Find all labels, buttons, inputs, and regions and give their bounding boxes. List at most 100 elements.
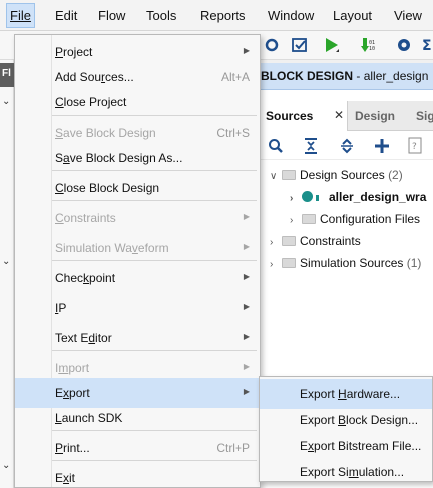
expand-arrow-icon[interactable]: › xyxy=(270,259,282,270)
label-part: ave Block Design xyxy=(63,126,156,140)
chevron-down-icon[interactable]: ⌄ xyxy=(2,96,10,107)
label-part: S xyxy=(55,151,64,165)
check-icon[interactable] xyxy=(291,36,309,54)
menu-window[interactable]: Window xyxy=(268,8,314,23)
tab-sources[interactable]: Sources ✕ xyxy=(258,101,348,131)
tree-wrapper-file[interactable]: › aller_design_wra xyxy=(290,190,426,210)
menu-item-launch-sdk[interactable]: Launch SDK xyxy=(15,403,260,433)
gear-icon[interactable] xyxy=(395,36,413,54)
label-part: a xyxy=(63,151,70,165)
label-part: C xyxy=(55,95,64,109)
menu-view[interactable]: View xyxy=(394,8,422,23)
menu-flow[interactable]: Flow xyxy=(98,8,125,23)
tree-label: Simulation Sources xyxy=(300,256,404,270)
close-icon[interactable]: ✕ xyxy=(334,108,344,122)
block-design-sep: - xyxy=(353,69,364,83)
menu-item-close-block-design[interactable]: Close Block Design xyxy=(15,173,260,203)
menu-reports[interactable]: Reports xyxy=(200,8,246,23)
menu-item-exit[interactable]: Exit xyxy=(15,463,260,488)
program-device-icon[interactable]: 0110 xyxy=(360,36,378,54)
submenu-arrow-icon: ▶ xyxy=(243,46,250,55)
label-part: Export xyxy=(300,413,339,427)
svg-text:?: ? xyxy=(412,142,417,152)
menu-item-label: Simulation Waveform xyxy=(55,241,169,255)
menu-item-simulation-waveform[interactable]: Simulation Waveform ▶ xyxy=(15,233,260,263)
menu-item-checkpoint[interactable]: Checkpoint ▶ xyxy=(15,263,260,293)
menu-item-export-simulation[interactable]: Export Simulation... xyxy=(260,457,432,487)
menu-item-label: Close Block Design xyxy=(55,181,159,195)
menu-edit[interactable]: Edit xyxy=(55,8,77,23)
submenu-arrow-icon: ▶ xyxy=(243,387,250,396)
menu-layout[interactable]: Layout xyxy=(333,8,372,23)
label-part: it xyxy=(69,471,76,485)
label-part: port Bitstream File... xyxy=(314,439,422,453)
block-design-header: BLOCK DESIGN - aller_design xyxy=(258,63,433,90)
add-icon[interactable] xyxy=(374,138,390,154)
tab-design[interactable]: Design xyxy=(355,101,405,131)
expand-arrow-icon[interactable]: › xyxy=(270,237,282,248)
expand-arrow-icon[interactable]: › xyxy=(290,193,302,204)
menu-item-label: Export Hardware... xyxy=(300,387,400,401)
svg-text:Σ: Σ xyxy=(422,38,432,54)
export-submenu: Export Hardware... Export Block Design...… xyxy=(259,376,433,482)
expand-all-icon[interactable] xyxy=(340,138,354,154)
expand-arrow-icon[interactable]: ∨ xyxy=(270,171,282,182)
menu-file[interactable]: File xyxy=(6,3,35,28)
label-part: roject xyxy=(63,45,93,59)
sigma-icon[interactable]: Σ xyxy=(422,36,433,54)
flow-navigator-strip: Fl ⌄ ⌄ ⌄ xyxy=(0,60,14,488)
label-part: lose Block Design xyxy=(63,181,160,195)
submenu-arrow-icon: ▶ xyxy=(243,302,250,311)
menu-bar: File Edit Flow Tools Reports Window Layo… xyxy=(0,0,433,31)
menu-item-label: IP xyxy=(55,301,66,315)
label-part: E xyxy=(55,471,64,485)
menu-item-ip[interactable]: IP ▶ xyxy=(15,293,260,323)
label-part: lose Project xyxy=(63,95,127,109)
settings-gear-icon[interactable] xyxy=(263,36,281,54)
submenu-arrow-icon: ▶ xyxy=(243,212,250,221)
label-part: P xyxy=(55,441,64,455)
menu-item-label: Launch SDK xyxy=(55,411,122,425)
tree-label: Design Sources xyxy=(300,168,385,182)
label-part: Chec xyxy=(55,271,84,285)
menu-item-label: Print... xyxy=(55,441,90,455)
submenu-arrow-icon: ▶ xyxy=(243,272,250,281)
tree-configuration-files[interactable]: › Configuration Files xyxy=(290,212,420,232)
search-icon[interactable] xyxy=(268,138,284,154)
expand-arrow-icon[interactable]: › xyxy=(290,215,302,226)
tree-count: (1) xyxy=(406,256,422,270)
sources-toolbar: ? xyxy=(258,132,433,160)
menu-item-label: Exit xyxy=(55,471,75,485)
tree-constraints[interactable]: › Constraints xyxy=(270,234,361,254)
collapse-all-icon[interactable] xyxy=(304,138,318,154)
menu-item-close-project[interactable]: Close Project xyxy=(15,87,260,117)
submenu-arrow-icon: ▶ xyxy=(243,332,250,341)
menu-tools[interactable]: Tools xyxy=(146,8,176,23)
label-part: eform xyxy=(137,241,169,255)
menu-item-label: Export Simulation... xyxy=(300,465,404,479)
menu-item-print[interactable]: Print... Ctrl+P xyxy=(15,433,260,463)
run-play-icon[interactable] xyxy=(323,36,341,54)
menu-item-text-editor[interactable]: Text Editor ▶ xyxy=(15,323,260,353)
menu-item-save-block-design-as[interactable]: Save Block Design As... xyxy=(15,143,260,173)
tree-design-sources[interactable]: ∨ Design Sources (2) xyxy=(270,168,403,188)
tab-signals[interactable]: Sig xyxy=(416,101,433,131)
menu-item-label: Constraints xyxy=(55,211,116,225)
label-part: Export Si xyxy=(300,465,349,479)
label-part: Export xyxy=(300,387,339,401)
label-part: B xyxy=(338,413,347,427)
label-part: Text E xyxy=(55,331,89,345)
chevron-down-icon[interactable]: ⌄ xyxy=(2,256,10,267)
folder-icon xyxy=(282,258,296,268)
menu-item-label: Export Bitstream File... xyxy=(300,439,421,453)
submenu-arrow-icon: ▶ xyxy=(243,362,250,371)
tab-sources-label: Sources xyxy=(266,109,314,123)
menu-file-label: File xyxy=(10,8,31,23)
label-part: H xyxy=(338,387,347,401)
menu-item-constraints[interactable]: Constraints ▶ xyxy=(15,203,260,233)
label-part: rint... xyxy=(63,441,90,455)
help-icon[interactable]: ? xyxy=(408,137,422,154)
tree-simulation-sources[interactable]: › Simulation Sources (1) xyxy=(270,256,421,276)
chevron-down-icon[interactable]: ⌄ xyxy=(2,460,10,471)
folder-icon xyxy=(282,170,296,180)
